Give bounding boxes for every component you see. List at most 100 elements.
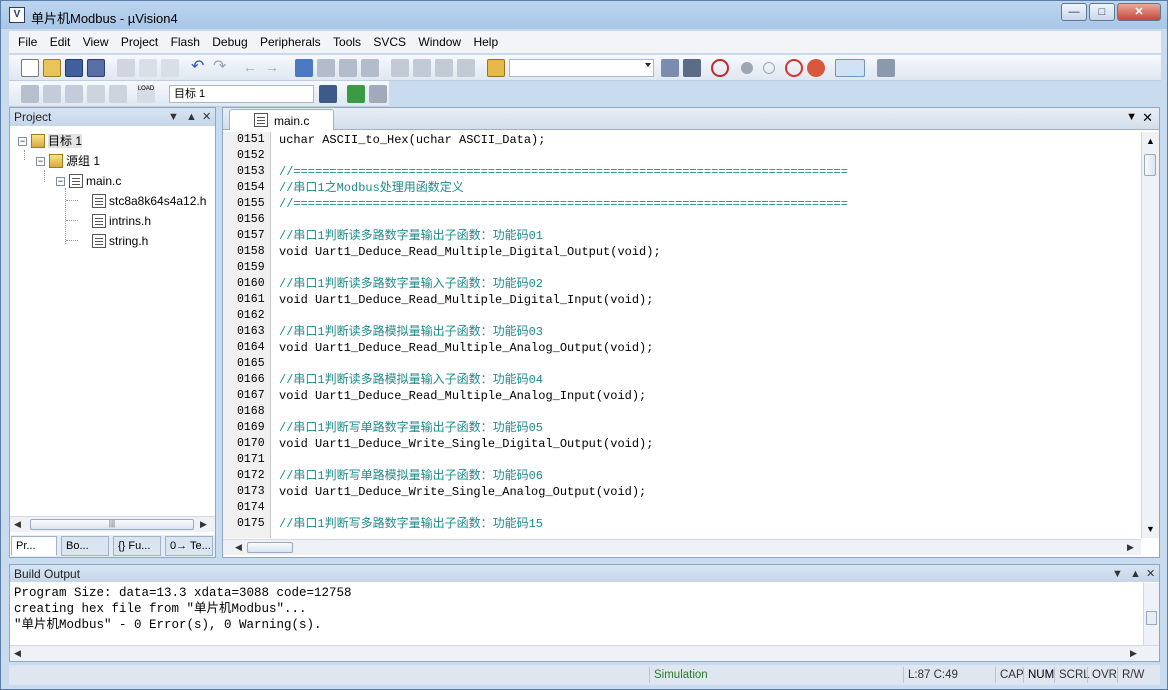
breakpoint-icon[interactable] <box>741 62 753 74</box>
menu-peripherals[interactable]: Peripherals <box>251 31 321 49</box>
tree-group[interactable]: − 源组 1 <box>36 152 100 170</box>
minimize-button[interactable]: — <box>1061 3 1087 21</box>
editor-vscrollbar[interactable]: ▲ ▼ <box>1141 132 1159 538</box>
panel-menu-icon[interactable]: ▼ <box>168 108 179 126</box>
tree-include[interactable]: intrins.h <box>92 212 151 230</box>
pin-icon[interactable]: ▲ <box>1130 565 1141 583</box>
panel-close-icon[interactable]: ✕ <box>1146 565 1155 583</box>
build-hscrollbar[interactable]: ◀ ▶ <box>10 645 1159 661</box>
editor-hscrollbar[interactable]: ◀ ▶ <box>223 539 1141 555</box>
save-all-icon[interactable] <box>87 59 105 77</box>
manage-components-icon[interactable] <box>347 85 365 103</box>
menu-view[interactable]: View <box>74 31 109 49</box>
scroll-left-icon[interactable]: ◀ <box>14 519 21 530</box>
prev-bookmark-icon[interactable] <box>317 59 335 77</box>
copy-icon[interactable] <box>139 59 157 77</box>
menu-tools[interactable]: Tools <box>324 31 361 49</box>
hscroll-thumb[interactable] <box>247 542 293 553</box>
project-hscrollbar[interactable]: ◀ ||| ▶ <box>10 516 215 532</box>
panel-close-icon[interactable]: ✕ <box>202 108 211 126</box>
scroll-up-icon[interactable]: ▲ <box>1146 136 1155 146</box>
stop-build-icon[interactable] <box>109 85 127 103</box>
scroll-left-icon[interactable]: ◀ <box>235 542 242 553</box>
close-button[interactable]: ✕ <box>1117 3 1161 21</box>
code-line[interactable]: 0172 //串口1判断写单路模拟量输出子函数：功能码06 <box>223 468 1141 484</box>
tree-file-main[interactable]: − main.c <box>56 172 121 190</box>
code-line[interactable]: 0164 void Uart1_Deduce_Read_Multiple_Anal… <box>223 340 1141 356</box>
code-line[interactable]: 0168 <box>223 404 1141 420</box>
rebuild-icon[interactable] <box>65 85 83 103</box>
nav-forward-icon[interactable]: → <box>265 59 283 77</box>
next-bookmark-icon[interactable] <box>339 59 357 77</box>
code-line[interactable]: 0155 //==================================… <box>223 196 1141 212</box>
code-line[interactable]: 0159 <box>223 260 1141 276</box>
code-line[interactable]: 0169 //串口1判断写单路数字量输出子函数：功能码05 <box>223 420 1141 436</box>
paste-icon[interactable] <box>161 59 179 77</box>
new-file-icon[interactable] <box>21 59 39 77</box>
code-line[interactable]: 0153 //==================================… <box>223 164 1141 180</box>
scroll-down-icon[interactable]: ▼ <box>1146 524 1155 534</box>
panel-menu-icon[interactable]: ▼ <box>1112 565 1123 583</box>
code-line[interactable]: 0173 void Uart1_Deduce_Write_Single_Analo… <box>223 484 1141 500</box>
nav-back-icon[interactable]: ← <box>243 59 261 77</box>
comment-icon[interactable] <box>435 59 453 77</box>
incremental-find-icon[interactable] <box>661 59 679 77</box>
indent-icon[interactable] <box>391 59 409 77</box>
menu-project[interactable]: Project <box>112 31 158 49</box>
scroll-right-icon[interactable]: ▶ <box>1130 648 1137 659</box>
translate-icon[interactable] <box>21 85 39 103</box>
tab-close-icon[interactable]: ✕ <box>1142 110 1153 126</box>
code-line[interactable]: 0171 <box>223 452 1141 468</box>
redo-icon[interactable]: ↷ <box>213 59 231 77</box>
find-icon[interactable] <box>683 59 701 77</box>
code-line[interactable]: 0170 void Uart1_Deduce_Write_Single_Digit… <box>223 436 1141 452</box>
batch-build-icon[interactable] <box>87 85 105 103</box>
code-line[interactable]: 0162 <box>223 308 1141 324</box>
save-icon[interactable] <box>65 59 83 77</box>
window-layout-icon[interactable] <box>835 59 865 77</box>
code-line[interactable]: 0160 //串口1判断读多路数字量输入子函数：功能码02 <box>223 276 1141 292</box>
select-packs-icon[interactable] <box>369 85 387 103</box>
code-line[interactable]: 0156 <box>223 212 1141 228</box>
code-area[interactable]: 0151 uchar ASCII_to_Hex(uchar ASCII_Data)… <box>223 132 1141 538</box>
vscroll-thumb[interactable] <box>1146 611 1157 625</box>
tab-main-c[interactable]: main.c <box>229 109 334 130</box>
pin-icon[interactable]: ▲ <box>186 108 197 126</box>
menu-help[interactable]: Help <box>464 31 498 49</box>
code-line[interactable]: 0161 void Uart1_Deduce_Read_Multiple_Digi… <box>223 292 1141 308</box>
tab-menu-icon[interactable]: ▼ <box>1126 111 1137 123</box>
code-line[interactable]: 0158 void Uart1_Deduce_Read_Multiple_Digi… <box>223 244 1141 260</box>
target-combo[interactable]: 目标 1 <box>169 85 314 103</box>
build-icon[interactable] <box>43 85 61 103</box>
tab-project[interactable]: Pr... <box>11 536 57 556</box>
disable-breakpoints-icon[interactable] <box>785 59 803 77</box>
scroll-right-icon[interactable]: ▶ <box>200 519 207 530</box>
tree-include[interactable]: string.h <box>92 232 148 250</box>
code-line[interactable]: 0174 <box>223 500 1141 516</box>
menu-window[interactable]: Window <box>409 31 461 49</box>
debug-session-icon[interactable] <box>711 59 729 77</box>
open-file-icon[interactable] <box>43 59 61 77</box>
menu-flash[interactable]: Flash <box>162 31 200 49</box>
code-line[interactable]: 0152 <box>223 148 1141 164</box>
tree-target[interactable]: − 目标 1 <box>18 132 83 150</box>
download-icon[interactable]: LOAD <box>137 85 155 103</box>
find-in-files-icon[interactable] <box>487 59 505 77</box>
configure-icon[interactable] <box>877 59 895 77</box>
code-line[interactable]: 0166 //串口1判断读多路模拟量输入子函数：功能码04 <box>223 372 1141 388</box>
bookmark-icon[interactable] <box>295 59 313 77</box>
code-line[interactable]: 0157 //串口1判断读多路数字量输出子函数：功能码01 <box>223 228 1141 244</box>
undo-icon[interactable]: ↶ <box>191 59 209 77</box>
code-line[interactable]: 0167 void Uart1_Deduce_Read_Multiple_Anal… <box>223 388 1141 404</box>
code-line[interactable]: 0165 <box>223 356 1141 372</box>
code-line[interactable]: 0163 //串口1判断读多路模拟量输出子函数：功能码03 <box>223 324 1141 340</box>
cut-icon[interactable] <box>117 59 135 77</box>
code-line[interactable]: 0151 uchar ASCII_to_Hex(uchar ASCII_Data)… <box>223 132 1141 148</box>
tree-include[interactable]: stc8a8k64s4a12.h <box>92 192 206 210</box>
find-combo[interactable] <box>509 59 654 77</box>
code-line[interactable]: 0154 //串口1之Modbus处理用函数定义 <box>223 180 1141 196</box>
unindent-icon[interactable] <box>413 59 431 77</box>
menu-debug[interactable]: Debug <box>203 31 247 49</box>
vscroll-thumb[interactable] <box>1144 154 1156 176</box>
enable-breakpoint-icon[interactable] <box>763 62 775 74</box>
